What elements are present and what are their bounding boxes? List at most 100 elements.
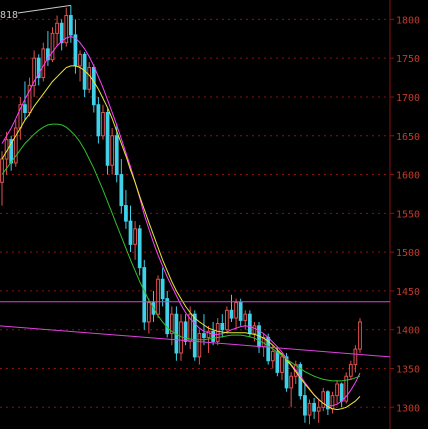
peak-leader-line <box>17 4 71 14</box>
price-axis-ticks: 1300 1350 1400 1450 1500 1550 1600 1650 1700 1750… <box>390 15 420 414</box>
candle[interactable] <box>41 42 46 82</box>
candle[interactable] <box>146 298 151 334</box>
candle-body <box>142 267 147 323</box>
candle[interactable] <box>137 224 142 276</box>
candle-body <box>348 364 353 377</box>
candle[interactable] <box>280 352 284 381</box>
candle-body <box>220 322 225 331</box>
candle[interactable] <box>32 50 37 97</box>
candle[interactable] <box>124 190 128 229</box>
peak-label: 818 <box>0 10 18 21</box>
candle[interactable] <box>160 267 165 307</box>
candle[interactable] <box>50 27 55 63</box>
candle[interactable] <box>197 329 202 365</box>
candle-body <box>124 205 128 222</box>
candle[interactable] <box>307 399 312 425</box>
tick-label: 1350 <box>396 364 420 375</box>
candle[interactable] <box>119 159 124 214</box>
candle-body <box>289 375 294 389</box>
candle-body <box>225 309 229 331</box>
candle[interactable] <box>339 382 344 408</box>
candle-body <box>119 174 124 207</box>
candle-body <box>137 228 142 269</box>
candle[interactable] <box>321 387 326 412</box>
candle[interactable] <box>330 391 335 414</box>
candle[interactable] <box>36 54 41 86</box>
candle[interactable] <box>27 77 32 117</box>
candle[interactable] <box>303 384 307 423</box>
candle[interactable] <box>96 96 101 144</box>
candle[interactable] <box>13 120 18 167</box>
candle[interactable] <box>142 259 147 330</box>
candle[interactable] <box>59 19 64 51</box>
candle-body <box>160 278 165 300</box>
candle-body <box>215 322 220 342</box>
candle[interactable] <box>105 108 110 175</box>
candle[interactable] <box>128 205 133 253</box>
candle[interactable] <box>18 96 23 140</box>
candle[interactable] <box>312 397 316 419</box>
candle-body <box>0 158 4 183</box>
candle[interactable] <box>165 290 170 338</box>
tick-label: 1650 <box>396 132 420 143</box>
candle-body <box>316 406 321 412</box>
candle-body <box>335 383 339 397</box>
candle[interactable] <box>133 221 137 260</box>
candle-body <box>211 330 216 342</box>
candle-body <box>133 228 137 245</box>
candle-body <box>234 302 238 319</box>
candle-body <box>105 111 110 166</box>
candle[interactable] <box>225 306 229 334</box>
candle-body <box>238 302 243 321</box>
candle[interactable] <box>82 51 87 97</box>
tick-label: 1450 <box>396 287 420 298</box>
candle[interactable] <box>289 372 294 408</box>
candle[interactable] <box>55 15 59 47</box>
candle[interactable] <box>261 333 266 357</box>
candle[interactable] <box>335 380 339 404</box>
candle[interactable] <box>238 298 243 326</box>
candle-body <box>55 22 59 34</box>
candle[interactable] <box>257 321 261 353</box>
candle-body <box>59 22 64 44</box>
candlesticks[interactable] <box>0 5 362 425</box>
candle[interactable] <box>101 104 105 140</box>
candle-body <box>50 32 55 61</box>
candle-body <box>128 220 133 245</box>
candle[interactable] <box>87 62 92 94</box>
candle-body <box>192 313 197 358</box>
candle-body <box>358 321 362 350</box>
candle[interactable] <box>325 390 330 416</box>
candle-body <box>68 15 73 36</box>
candle-body <box>41 48 46 79</box>
candle[interactable] <box>229 294 234 322</box>
candle-body <box>307 402 312 416</box>
candle-body <box>243 313 248 321</box>
candle[interactable] <box>156 275 160 319</box>
candle-body <box>146 302 151 323</box>
candle[interactable] <box>64 7 69 47</box>
candle-body <box>110 135 115 166</box>
candle[interactable] <box>110 128 115 175</box>
candle[interactable] <box>234 298 238 330</box>
candle[interactable] <box>78 50 82 82</box>
chart-canvas[interactable]: 1300 1350 1400 1450 1500 1550 1600 1650 1700 1750… <box>0 0 428 429</box>
candle-body <box>78 53 82 67</box>
candle[interactable] <box>91 64 96 113</box>
stock-chart[interactable]: 1300 1350 1400 1450 1500 1550 1600 1650 1700 1750… <box>0 0 428 429</box>
candle-body <box>353 348 358 366</box>
candle[interactable] <box>0 151 4 206</box>
candle-body <box>275 350 280 373</box>
candle-body <box>280 356 284 373</box>
candle-body <box>114 135 119 176</box>
candle[interactable] <box>243 310 248 330</box>
candle-body <box>197 333 202 358</box>
candle[interactable] <box>358 318 362 353</box>
candle-body <box>339 383 344 402</box>
tick-label: 1800 <box>396 15 420 26</box>
candle-body <box>312 402 316 412</box>
candle[interactable] <box>348 360 353 381</box>
candle-body <box>321 391 326 408</box>
candle[interactable] <box>344 372 349 404</box>
candle[interactable] <box>316 399 321 423</box>
